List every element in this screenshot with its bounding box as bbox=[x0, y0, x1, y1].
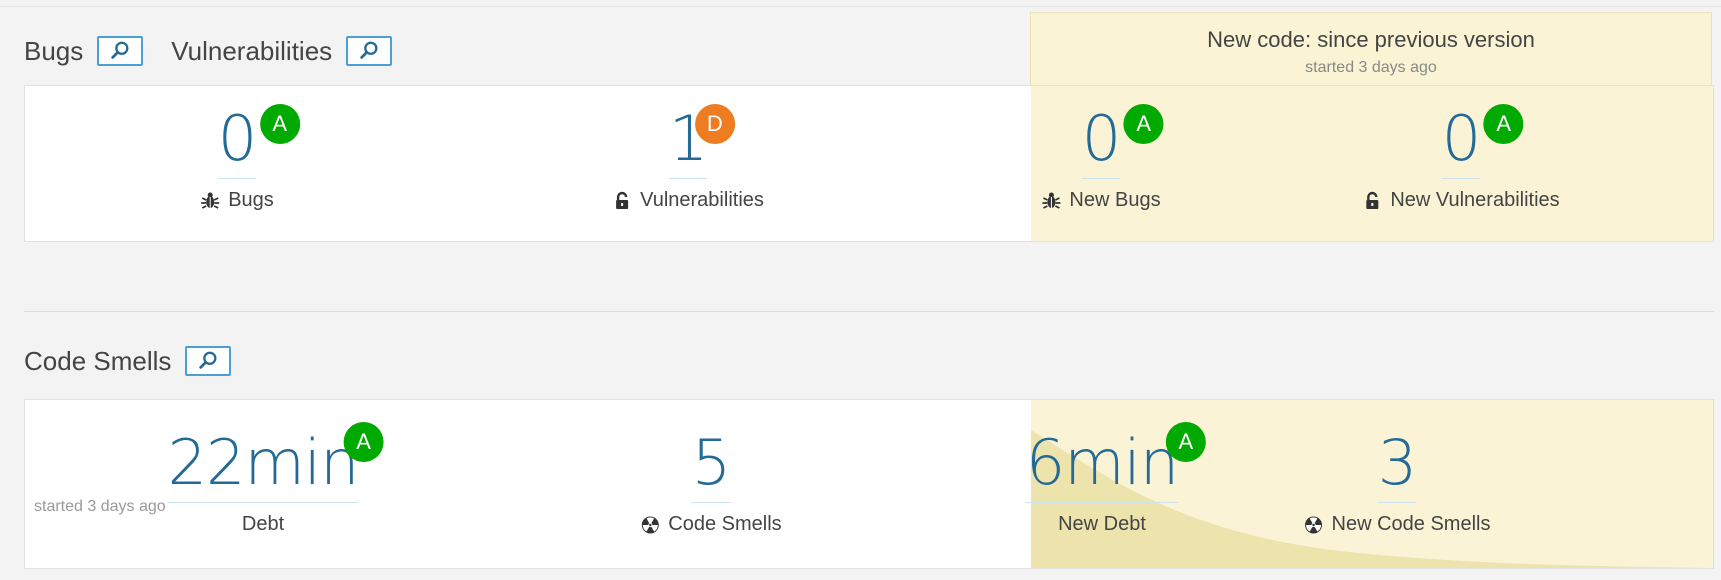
new-code-smells-label-text: New Code Smells bbox=[1331, 513, 1491, 535]
new-debt-rating-badge[interactable]: A bbox=[1165, 422, 1206, 462]
new-debt-label-text: New Debt bbox=[1058, 513, 1146, 535]
link-icon bbox=[111, 41, 129, 59]
new-code-smells-measure[interactable]: 3 New Code Smells bbox=[1304, 428, 1491, 536]
new-code-smells-label: New Code Smells bbox=[1304, 513, 1491, 536]
bugs-rating-badge[interactable]: A bbox=[259, 104, 300, 144]
lock-icon bbox=[616, 191, 629, 209]
new-debt-measure[interactable]: 6min A New Debt bbox=[1025, 422, 1206, 536]
code-smells-header: Code Smells bbox=[24, 344, 259, 378]
vulnerabilities-rating-badge[interactable]: D bbox=[694, 104, 735, 144]
new-bugs-measure[interactable]: 0 A New Bugs bbox=[1041, 104, 1164, 212]
debt-label: Debt bbox=[168, 513, 359, 536]
new-vulnerabilities-label: New Vulnerabilities bbox=[1362, 189, 1560, 212]
new-bugs-label: New Bugs bbox=[1041, 189, 1161, 212]
bugs-value[interactable]: 0 bbox=[217, 104, 257, 179]
new-code-period-banner: New code: since previous version started… bbox=[1030, 12, 1712, 88]
code-smells-panel: 22min A Debt 5 Code Smells 6min A New De… bbox=[24, 399, 1714, 569]
bugs-title: Bugs bbox=[24, 36, 84, 66]
vulnerabilities-activity-link-button[interactable] bbox=[346, 36, 393, 66]
new-vulnerabilities-value[interactable]: 0 bbox=[1441, 104, 1481, 179]
new-bugs-rating-badge[interactable]: A bbox=[1123, 104, 1164, 144]
section-divider bbox=[24, 311, 1714, 312]
bugs-vulnerabilities-header: Bugs Vulnerabilities bbox=[24, 34, 420, 68]
new-bugs-label-text: New Bugs bbox=[1069, 189, 1161, 211]
vulnerabilities-label-text: Vulnerabilities bbox=[640, 189, 764, 211]
lock-icon bbox=[1366, 191, 1379, 209]
vulnerabilities-measure[interactable]: 1 D Vulnerabilities bbox=[612, 104, 764, 212]
code-smells-activity-link-button[interactable] bbox=[185, 346, 232, 376]
bug-icon bbox=[201, 192, 220, 209]
code-smells-label-text: Code Smells bbox=[668, 513, 782, 535]
link-icon bbox=[360, 41, 378, 59]
debt-chart-footnote: started 3 days ago bbox=[34, 498, 166, 515]
debt-label-text: Debt bbox=[241, 513, 285, 535]
bugs-label-text: Bugs bbox=[228, 189, 274, 211]
new-vulnerabilities-label-text: New Vulnerabilities bbox=[1390, 189, 1560, 211]
code-smells-title: Code Smells bbox=[24, 346, 172, 376]
code-smell-icon bbox=[1305, 516, 1323, 533]
debt-value[interactable]: 22min bbox=[167, 428, 359, 503]
new-bugs-value[interactable]: 0 bbox=[1081, 104, 1121, 179]
debt-rating-badge[interactable]: A bbox=[343, 422, 384, 462]
new-code-period-started: started 3 days ago bbox=[1305, 59, 1437, 76]
link-icon bbox=[199, 351, 217, 369]
top-divider bbox=[0, 6, 1721, 7]
new-debt-value[interactable]: 6min bbox=[1025, 428, 1179, 503]
debt-measure[interactable]: 22min A Debt bbox=[167, 422, 384, 536]
code-smells-measure[interactable]: 5 Code Smells bbox=[640, 428, 782, 536]
bug-icon bbox=[1042, 192, 1061, 209]
vulnerabilities-title: Vulnerabilities bbox=[171, 36, 333, 66]
code-smells-value[interactable]: 5 bbox=[691, 428, 731, 503]
bugs-vulnerabilities-panel: 0 A Bugs 1 D Vulnerabilities 0 A New Bug… bbox=[24, 85, 1714, 242]
new-vulnerabilities-measure[interactable]: 0 A New Vulnerabilities bbox=[1362, 104, 1560, 212]
code-smell-icon bbox=[641, 516, 659, 533]
new-code-smells-value[interactable]: 3 bbox=[1377, 428, 1417, 503]
bugs-measure[interactable]: 0 A Bugs bbox=[200, 104, 300, 212]
new-debt-label: New Debt bbox=[1026, 513, 1178, 536]
vulnerabilities-label: Vulnerabilities bbox=[612, 189, 764, 212]
new-vulnerabilities-rating-badge[interactable]: A bbox=[1483, 104, 1524, 144]
new-code-period-title: New code: since previous version bbox=[1207, 27, 1535, 52]
bugs-activity-link-button[interactable] bbox=[97, 36, 144, 66]
code-smells-label: Code Smells bbox=[640, 513, 782, 536]
bugs-label: Bugs bbox=[200, 189, 274, 212]
